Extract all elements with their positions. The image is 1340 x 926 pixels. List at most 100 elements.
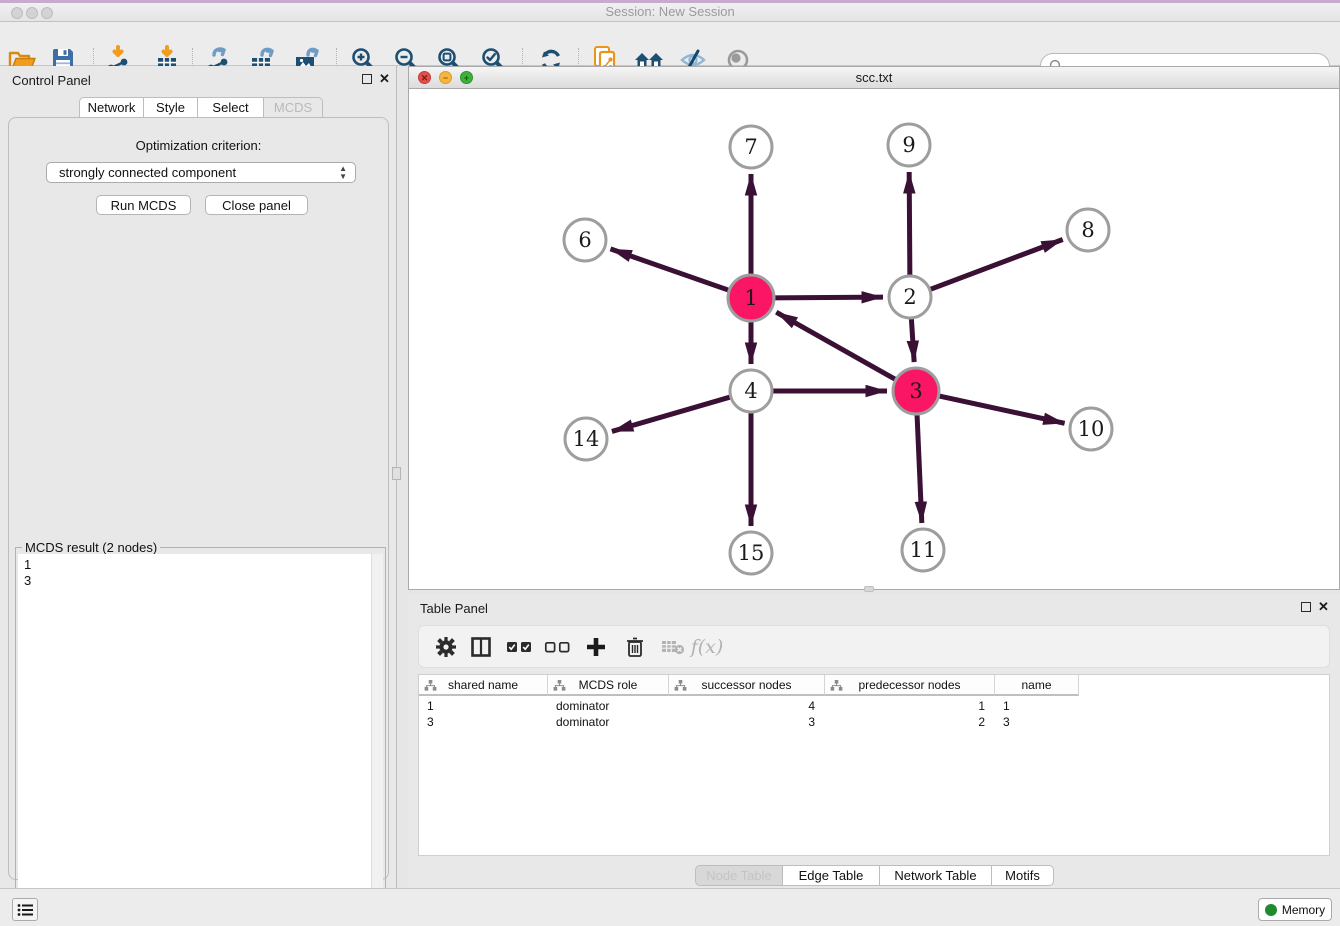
column-header-MCDS-role[interactable]: MCDS role bbox=[548, 675, 669, 696]
select-all-checkboxes-icon[interactable] bbox=[503, 631, 535, 663]
mcds-tab-content: Optimization criterion: strongly connect… bbox=[8, 117, 389, 880]
graph-node-label: 11 bbox=[910, 538, 937, 562]
add-column-plus-icon[interactable] bbox=[580, 631, 612, 663]
table-cell[interactable]: 1 bbox=[825, 698, 995, 714]
deselect-all-checkboxes-icon[interactable] bbox=[541, 631, 573, 663]
graph-node-1[interactable]: 1 bbox=[728, 275, 774, 321]
memory-label: Memory bbox=[1282, 903, 1325, 917]
mcds-result-line: 3 bbox=[24, 573, 365, 589]
graph-node-label: 14 bbox=[573, 427, 600, 451]
control-panel: Control Panel ✕ Network Style Select MCD… bbox=[0, 66, 397, 888]
mcds-result-scrollbar[interactable] bbox=[371, 554, 383, 925]
graph-edge-1-6[interactable] bbox=[610, 249, 731, 291]
tab-node-table[interactable]: Node Table bbox=[695, 865, 783, 886]
graph-edge-2-8[interactable] bbox=[928, 240, 1063, 291]
dropdown-spinner-icon: ▲▼ bbox=[339, 165, 347, 181]
graph-edge-2-3[interactable] bbox=[911, 316, 914, 362]
splitter-handle[interactable] bbox=[864, 586, 874, 592]
tree-sort-icon bbox=[424, 679, 437, 692]
graph-node-label: 4 bbox=[744, 379, 757, 403]
graph-node-14[interactable]: 14 bbox=[565, 418, 607, 460]
table-cell[interactable]: 3 bbox=[419, 714, 548, 730]
graph-edge-3-10[interactable] bbox=[937, 395, 1065, 423]
column-header-shared-name[interactable]: shared name bbox=[419, 675, 548, 696]
table-settings-gear-icon[interactable] bbox=[430, 631, 462, 663]
network-window-titlebar: ✕ − + scc.txt bbox=[409, 67, 1339, 89]
mcds-result-box: MCDS result (2 nodes) 1 3 bbox=[15, 547, 386, 926]
tab-network[interactable]: Network bbox=[79, 97, 144, 118]
graph-node-3[interactable]: 3 bbox=[893, 368, 939, 414]
session-title: Session: New Session bbox=[0, 4, 1340, 19]
float-panel-icon[interactable] bbox=[1301, 602, 1311, 612]
graph-node-label: 2 bbox=[903, 285, 916, 309]
float-panel-icon[interactable] bbox=[362, 74, 372, 84]
column-header-successor-nodes[interactable]: successor nodes bbox=[669, 675, 825, 696]
mcds-result-line: 1 bbox=[24, 557, 365, 573]
graph-node-label: 8 bbox=[1081, 218, 1094, 242]
tab-select[interactable]: Select bbox=[198, 97, 264, 118]
table-panel-header: Table Panel ✕ bbox=[408, 594, 1340, 622]
graph-node-11[interactable]: 11 bbox=[902, 529, 944, 571]
tree-sort-icon bbox=[674, 679, 687, 692]
splitter-handle[interactable] bbox=[392, 467, 401, 480]
list-icon bbox=[16, 902, 34, 918]
table-cell[interactable]: 3 bbox=[995, 714, 1079, 730]
graph-node-10[interactable]: 10 bbox=[1070, 408, 1112, 450]
delete-table-icon bbox=[657, 631, 689, 663]
graph-node-4[interactable]: 4 bbox=[730, 370, 772, 412]
graph-node-label: 9 bbox=[902, 133, 915, 157]
control-panel-title: Control Panel bbox=[12, 73, 91, 88]
graph-edge-3-1[interactable] bbox=[776, 312, 897, 380]
main-toolbar bbox=[0, 22, 1340, 66]
tab-edge-table[interactable]: Edge Table bbox=[783, 865, 880, 886]
split-columns-icon[interactable] bbox=[465, 631, 497, 663]
tab-style[interactable]: Style bbox=[144, 97, 198, 118]
table-toolbar: f(x) bbox=[418, 625, 1330, 668]
close-panel-icon[interactable]: ✕ bbox=[379, 71, 390, 87]
run-mcds-button[interactable]: Run MCDS bbox=[96, 195, 191, 215]
node-attribute-table[interactable]: shared nameMCDS rolesuccessor nodesprede… bbox=[418, 674, 1330, 856]
graph-edge-2-9[interactable] bbox=[909, 172, 910, 278]
network-graph[interactable]: 7 9 6 8 1 2 4 3 14 10 15 11 bbox=[409, 89, 1339, 589]
table-cell[interactable]: 1 bbox=[995, 698, 1079, 714]
table-row[interactable]: 3dominator323 bbox=[419, 714, 1079, 730]
criterion-dropdown[interactable]: strongly connected component ▲▼ bbox=[46, 162, 356, 183]
column-header-name[interactable]: name bbox=[995, 675, 1079, 696]
memory-status-icon bbox=[1265, 904, 1277, 916]
table-row[interactable]: 1dominator411 bbox=[419, 698, 1079, 714]
graph-edge-1-2[interactable] bbox=[772, 297, 883, 298]
tab-mcds[interactable]: MCDS bbox=[264, 97, 323, 118]
graph-node-9[interactable]: 9 bbox=[888, 124, 930, 166]
tab-network-table[interactable]: Network Table bbox=[880, 865, 992, 886]
graph-node-15[interactable]: 15 bbox=[730, 532, 772, 574]
table-cell[interactable]: 1 bbox=[419, 698, 548, 714]
network-title: scc.txt bbox=[409, 70, 1339, 85]
graph-node-8[interactable]: 8 bbox=[1067, 209, 1109, 251]
graph-node-label: 10 bbox=[1078, 417, 1105, 441]
graph-node-2[interactable]: 2 bbox=[889, 276, 931, 318]
tab-motifs[interactable]: Motifs bbox=[992, 865, 1054, 886]
network-view-window: ✕ − + scc.txt 7 9 6 8 1 2 4 3 14 10 15 11 bbox=[408, 66, 1340, 590]
close-panel-icon[interactable]: ✕ bbox=[1318, 599, 1329, 615]
column-header-predecessor-nodes[interactable]: predecessor nodes bbox=[825, 675, 995, 696]
table-panel-title: Table Panel bbox=[420, 601, 488, 616]
control-panel-tabs: Network Style Select MCDS bbox=[79, 97, 323, 118]
mcds-result-text[interactable]: 1 3 bbox=[18, 554, 371, 925]
table-cell[interactable]: dominator bbox=[548, 698, 669, 714]
network-canvas[interactable]: 7 9 6 8 1 2 4 3 14 10 15 11 bbox=[409, 89, 1339, 589]
graph-edge-3-11[interactable] bbox=[917, 412, 922, 523]
delete-column-trash-icon[interactable] bbox=[619, 631, 651, 663]
table-cell[interactable]: dominator bbox=[548, 714, 669, 730]
graph-node-7[interactable]: 7 bbox=[730, 126, 772, 168]
table-cell[interactable]: 4 bbox=[669, 698, 825, 714]
task-history-button[interactable] bbox=[12, 898, 38, 921]
memory-button[interactable]: Memory bbox=[1258, 898, 1332, 921]
tree-sort-icon bbox=[830, 679, 843, 692]
graph-node-6[interactable]: 6 bbox=[564, 219, 606, 261]
graph-edge-4-14[interactable] bbox=[612, 396, 733, 431]
table-cell[interactable]: 2 bbox=[825, 714, 995, 730]
close-panel-button[interactable]: Close panel bbox=[205, 195, 308, 215]
table-cell[interactable]: 3 bbox=[669, 714, 825, 730]
fx-label: f(x) bbox=[691, 636, 724, 658]
application-window: Session: New Session bbox=[0, 0, 1340, 926]
